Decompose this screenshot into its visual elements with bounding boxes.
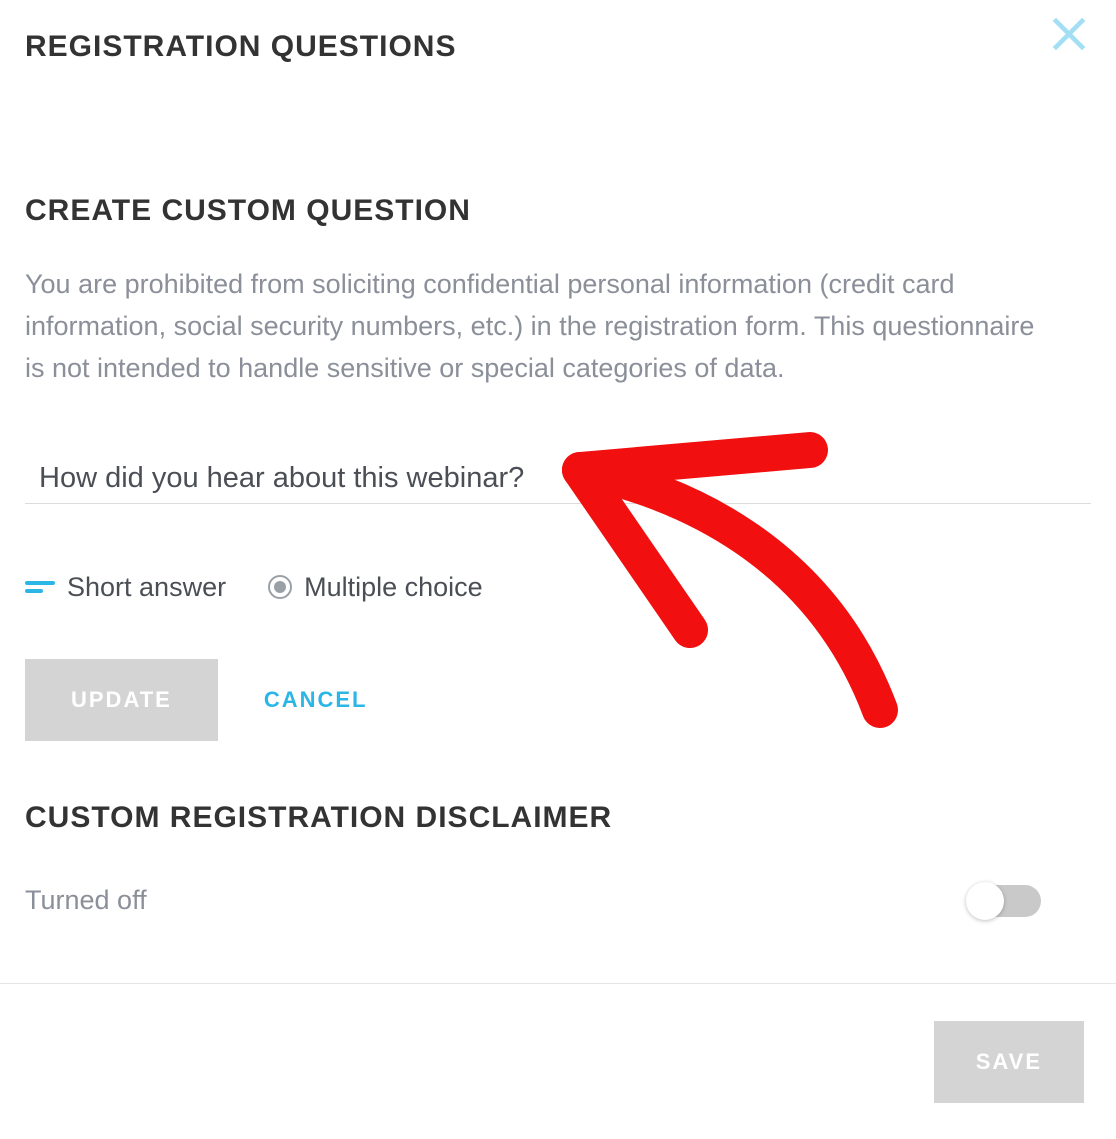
save-button[interactable]: SAVE xyxy=(934,1021,1084,1103)
question-input[interactable] xyxy=(25,462,1091,495)
create-question-disclaimer: You are prohibited from soliciting confi… xyxy=(25,264,1091,390)
disclaimer-toggle[interactable] xyxy=(969,885,1041,917)
modal-container: REGISTRATION QUESTIONS CREATE CUSTOM QUE… xyxy=(0,0,1116,1139)
cancel-button[interactable]: CANCEL xyxy=(264,687,368,713)
toggle-knob xyxy=(966,882,1004,920)
close-button[interactable] xyxy=(1047,12,1091,61)
update-button[interactable]: UPDATE xyxy=(25,659,218,741)
modal-footer: SAVE xyxy=(0,983,1116,1139)
answer-type-multiple[interactable]: Multiple choice xyxy=(268,572,483,603)
close-icon xyxy=(1047,12,1091,56)
answer-type-multiple-label: Multiple choice xyxy=(304,572,483,603)
action-row: UPDATE CANCEL xyxy=(25,659,1091,741)
answer-type-short[interactable]: Short answer xyxy=(25,572,226,603)
disclaimer-status-label: Turned off xyxy=(25,885,147,916)
radio-icon xyxy=(268,575,292,599)
create-question-heading: CREATE CUSTOM QUESTION xyxy=(25,194,1091,228)
answer-type-short-label: Short answer xyxy=(67,572,226,603)
custom-disclaimer-heading: CUSTOM REGISTRATION DISCLAIMER xyxy=(25,801,1091,835)
answer-type-group: Short answer Multiple choice xyxy=(25,572,1091,603)
modal-title: REGISTRATION QUESTIONS xyxy=(25,30,1091,64)
disclaimer-toggle-row: Turned off xyxy=(25,885,1091,917)
question-input-wrap xyxy=(25,462,1091,504)
short-answer-icon xyxy=(25,577,55,597)
